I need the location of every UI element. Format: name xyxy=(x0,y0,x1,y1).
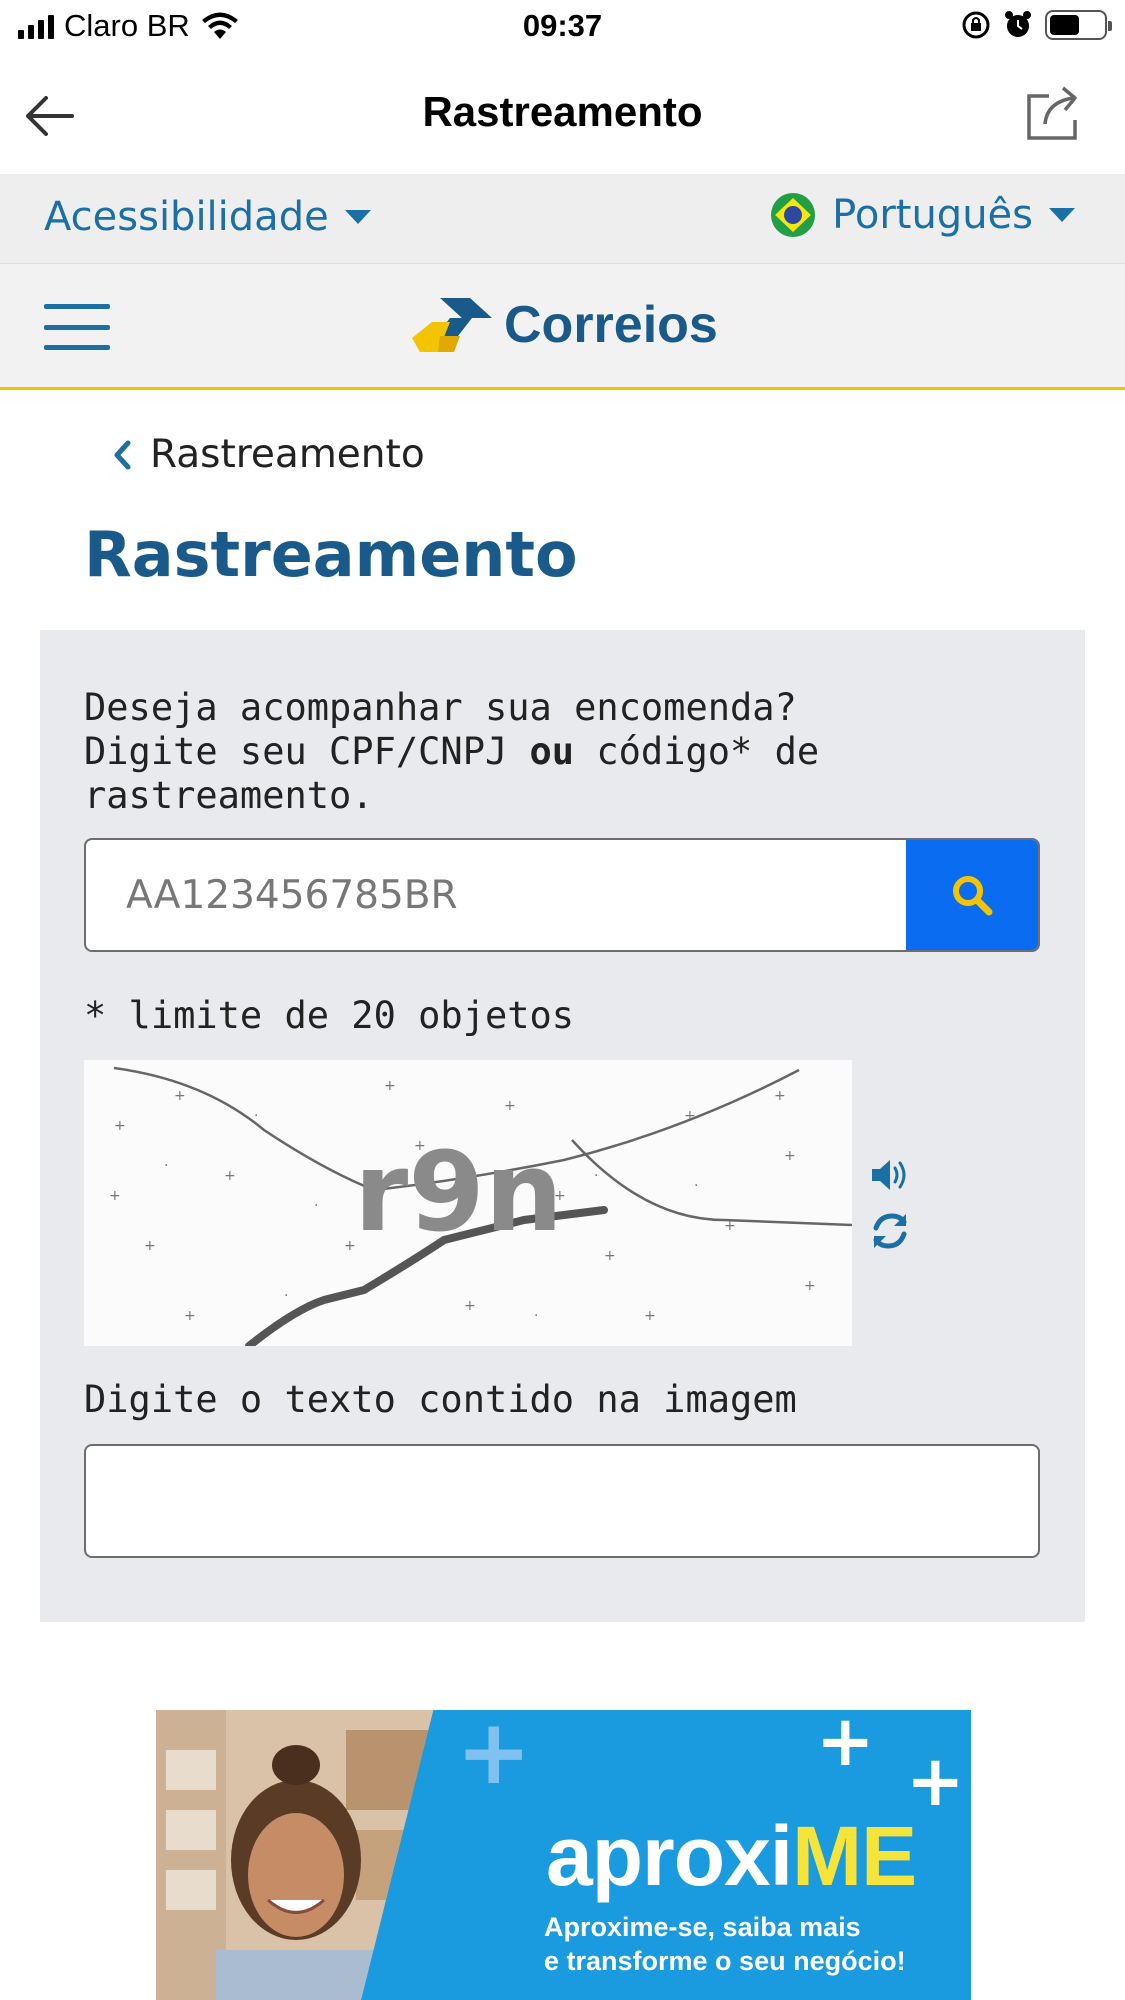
svg-text:+: + xyxy=(114,1118,126,1134)
captcha-tools xyxy=(870,1158,910,1250)
hamburger-icon[interactable] xyxy=(44,304,110,350)
instruction-line-2: Digite seu CPF/CNPJ ou código* de xyxy=(84,730,984,774)
aproxime-banner[interactable]: + + + aproxiME Aproxime-se, saiba mais e… xyxy=(156,1710,971,2000)
plus-decoration: + xyxy=(456,1710,532,1805)
tracking-instructions: Deseja acompanhar sua encomenda? Digite … xyxy=(84,686,984,818)
logo-text: Correios xyxy=(504,296,718,354)
svg-text:+: + xyxy=(224,1168,236,1184)
chevron-down-icon xyxy=(1049,208,1075,222)
svg-text:+: + xyxy=(464,1298,476,1314)
svg-text:·: · xyxy=(694,1178,698,1194)
nav-bar: Rastreamento xyxy=(0,58,1125,174)
speaker-icon[interactable] xyxy=(870,1158,910,1192)
chevron-down-icon xyxy=(344,210,371,224)
plus-decoration: + xyxy=(816,1710,875,1782)
instruction-line-3: rastreamento. xyxy=(84,774,374,817)
banner-title: aproxiME xyxy=(546,1808,917,1905)
svg-text:+: + xyxy=(384,1078,396,1094)
banner-subtitle-line-1: Aproxime-se, saiba mais xyxy=(544,1912,861,1942)
refresh-icon[interactable] xyxy=(870,1212,910,1250)
instruction-line-1: Deseja acompanhar sua encomenda? xyxy=(84,686,797,729)
svg-text:+: + xyxy=(774,1088,786,1104)
alarm-icon xyxy=(1005,11,1031,37)
svg-text:·: · xyxy=(534,1308,538,1324)
chevron-left-icon xyxy=(114,440,131,469)
instruction-text: Digite seu CPF/CNPJ xyxy=(84,730,530,773)
correios-logo[interactable]: Correios xyxy=(410,292,718,358)
brazil-flag-icon xyxy=(771,193,816,237)
captcha-label: Digite o texto contido na imagem xyxy=(84,1378,797,1421)
battery-icon xyxy=(1045,10,1112,40)
share-icon[interactable] xyxy=(1023,84,1083,144)
breadcrumb[interactable]: Rastreamento xyxy=(112,432,425,477)
captcha-image: +++ +·+ +++ +++ +++ +++ ++· ··· ··· r9n xyxy=(84,1060,852,1346)
accessibility-label: Acessibilidade xyxy=(44,194,329,240)
banner-subtitle-line-2: e transforme o seu negócio! xyxy=(544,1946,906,1976)
svg-text:·: · xyxy=(314,1198,318,1214)
status-bar: Claro BR 09:37 xyxy=(0,0,1125,58)
limit-note: * limite de 20 objetos xyxy=(84,994,575,1037)
language-label: Português xyxy=(832,192,1033,238)
banner-title-accent: ME xyxy=(792,1809,917,1903)
accessibility-dropdown[interactable]: Acessibilidade xyxy=(44,194,371,240)
captcha-text: r9n xyxy=(354,1128,563,1256)
svg-text:+: + xyxy=(804,1278,816,1294)
tracking-code-input[interactable] xyxy=(86,840,906,950)
brand-bar: Correios xyxy=(0,264,1125,390)
svg-text:·: · xyxy=(594,1168,598,1184)
svg-text:+: + xyxy=(144,1238,156,1254)
svg-text:+: + xyxy=(604,1248,616,1264)
search-button[interactable] xyxy=(906,840,1038,950)
svg-text:+: + xyxy=(174,1088,186,1104)
svg-text:+: + xyxy=(109,1188,121,1204)
svg-text:+: + xyxy=(504,1098,516,1114)
captcha-input[interactable] xyxy=(84,1444,1040,1558)
status-right xyxy=(961,10,1112,40)
instruction-text: código* de xyxy=(574,730,820,773)
breadcrumb-label: Rastreamento xyxy=(150,432,425,477)
svg-text:+: + xyxy=(784,1148,796,1164)
nav-title: Rastreamento xyxy=(422,88,703,135)
correios-logo-icon xyxy=(412,298,492,352)
svg-text:+: + xyxy=(184,1308,196,1324)
search-icon xyxy=(953,876,993,916)
status-time: 09:37 xyxy=(522,8,603,43)
svg-text:·: · xyxy=(284,1288,288,1304)
banner-subtitle: Aproxime-se, saiba mais e transforme o s… xyxy=(544,1910,906,1978)
tracking-panel: Deseja acompanhar sua encomenda? Digite … xyxy=(40,630,1085,1622)
language-bar: Acessibilidade Português xyxy=(0,174,1125,264)
banner-title-main: aproxi xyxy=(546,1809,793,1903)
page-title: Rastreamento xyxy=(84,518,578,591)
tracking-search-box xyxy=(84,838,1040,952)
language-dropdown[interactable]: Português xyxy=(770,192,1075,238)
svg-text:+: + xyxy=(644,1308,656,1324)
instruction-emphasis: ou xyxy=(529,730,575,773)
orientation-lock-icon xyxy=(962,11,990,39)
svg-text:·: · xyxy=(164,1158,168,1174)
